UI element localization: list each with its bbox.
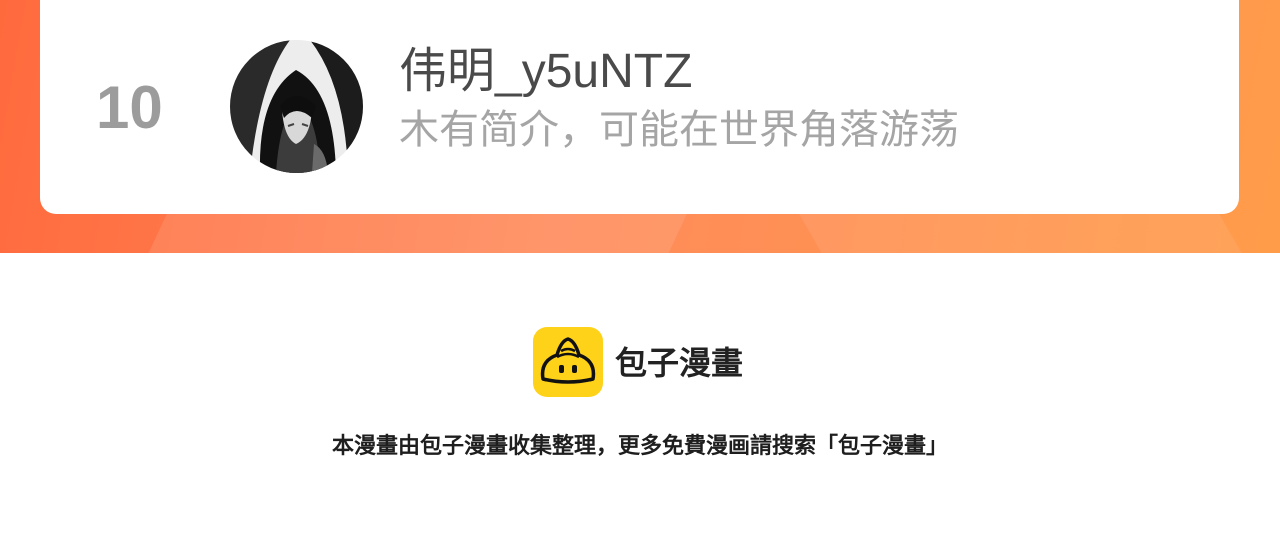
app-name: 包子漫畫 xyxy=(615,344,744,382)
user-bio: 木有简介，可能在世界角落游荡 xyxy=(399,108,959,152)
hooded-figure-avatar-icon xyxy=(230,40,363,173)
username[interactable]: 伟明_y5uNTZ xyxy=(399,42,692,102)
steamed-bun-icon xyxy=(533,327,603,397)
user-avatar[interactable] xyxy=(230,40,363,173)
source-notice: 本漫畫由包子漫畫收集整理，更多免費漫画請搜索「包子漫畫」 xyxy=(331,434,948,459)
rank-number: 10 xyxy=(96,74,163,141)
